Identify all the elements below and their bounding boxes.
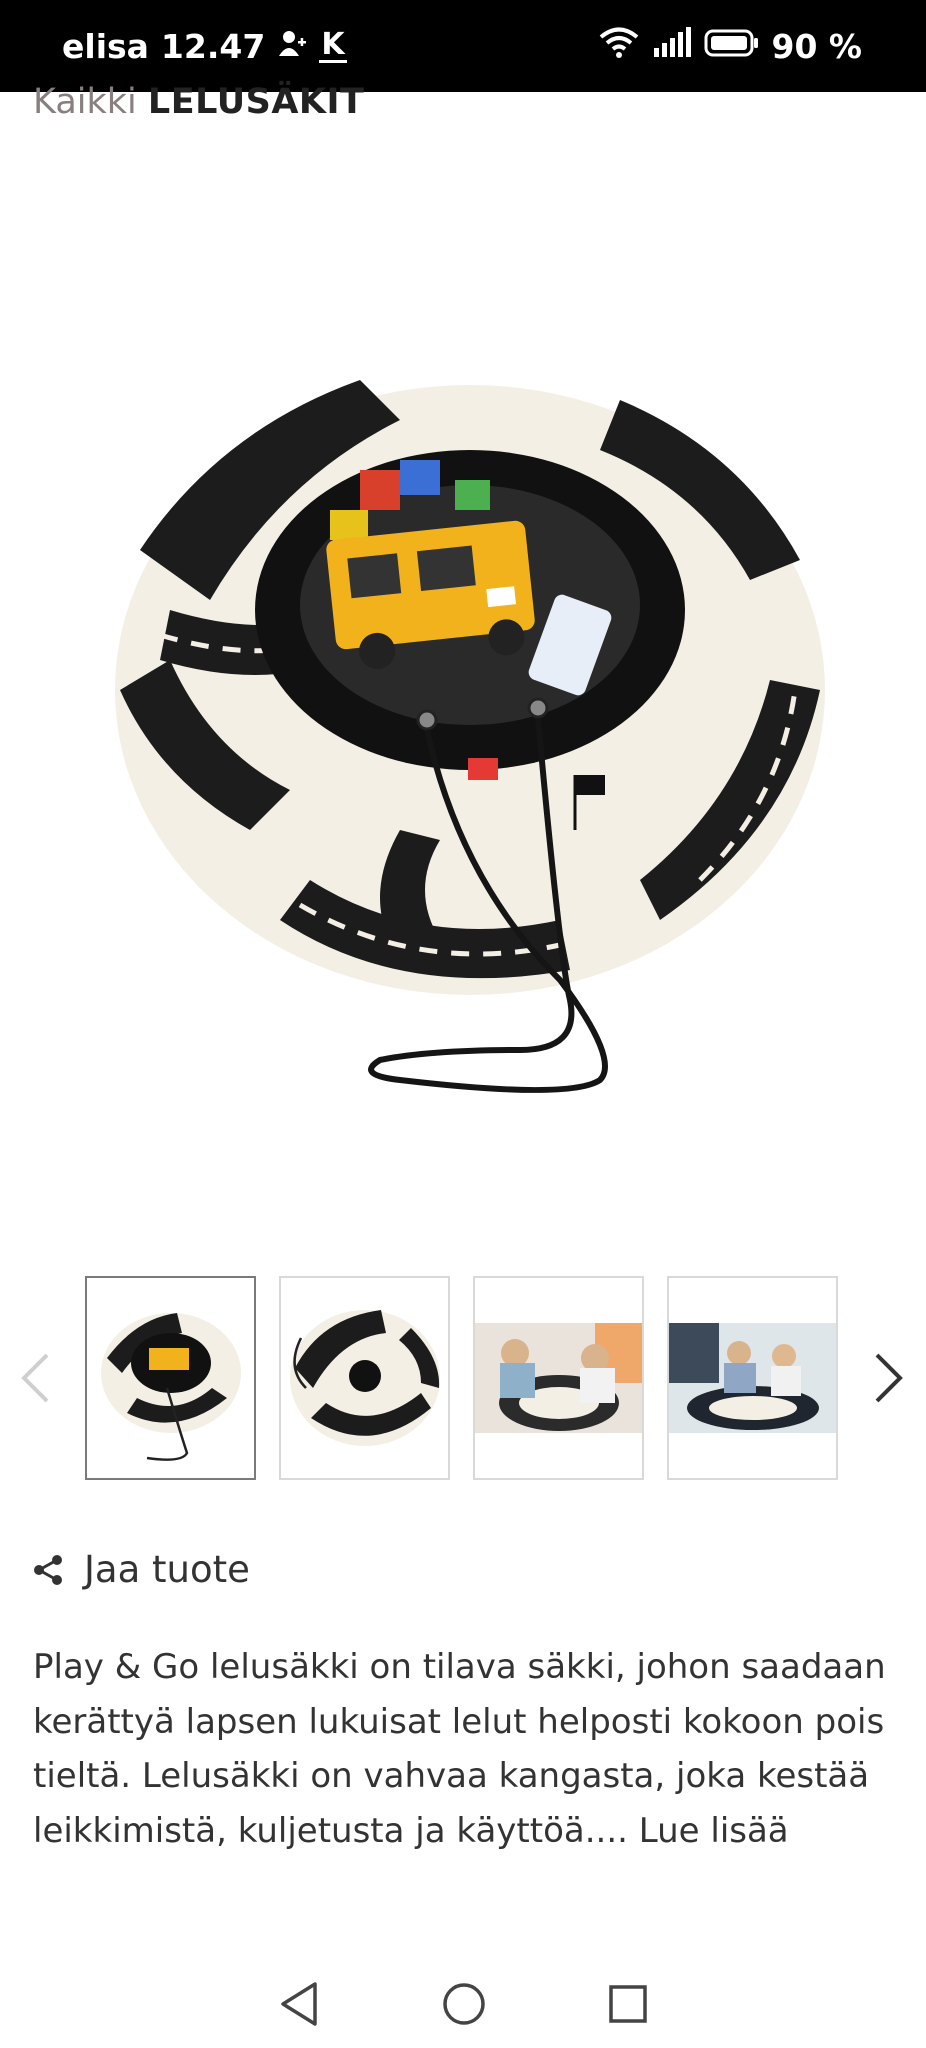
status-left: elisa 12.47 K [62,27,347,66]
breadcrumb-home-link[interactable]: Kaikki [33,82,137,122]
chevron-right-icon [875,1353,903,1403]
gallery-prev-button[interactable] [10,1338,60,1418]
chevron-left-icon [21,1353,49,1403]
share-label: Jaa tuote [84,1548,250,1591]
share-icon [34,1554,62,1585]
carrier-label: elisa [62,26,149,66]
breadcrumb: Kaikki LELUSÄKIT [33,82,364,122]
status-right: 90 % [598,25,862,67]
back-icon[interactable] [277,1980,321,2028]
status-bar: elisa 12.47 K 90 % [0,0,926,92]
wifi-icon [598,25,640,67]
recents-icon[interactable] [607,1983,649,2025]
read-more-link[interactable]: Lue lisää [639,1811,789,1851]
thumbnail-2[interactable] [279,1276,450,1480]
clock: 12.47 [160,26,266,66]
thumbnail-4[interactable] [667,1276,838,1480]
system-navigation-bar [0,1960,926,2048]
product-description: Play & Go lelusäkki on tilava säkki, joh… [33,1640,893,1858]
share-product-button[interactable]: Jaa tuote [32,1548,250,1591]
breadcrumb-category-link[interactable]: LELUSÄKIT [148,82,365,122]
k-app-icon: K [319,26,347,63]
home-icon[interactable] [441,1981,487,2027]
thumbnail-3[interactable] [473,1276,644,1480]
signal-icon [652,26,692,66]
thumbnail-1[interactable] [85,1276,256,1480]
gallery-next-button[interactable] [864,1338,914,1418]
battery-percent: 90 % [771,26,862,66]
battery-icon [704,27,760,66]
thumbnail-gallery [0,1276,926,1484]
product-image[interactable] [100,360,840,1140]
person-add-icon [277,27,307,66]
